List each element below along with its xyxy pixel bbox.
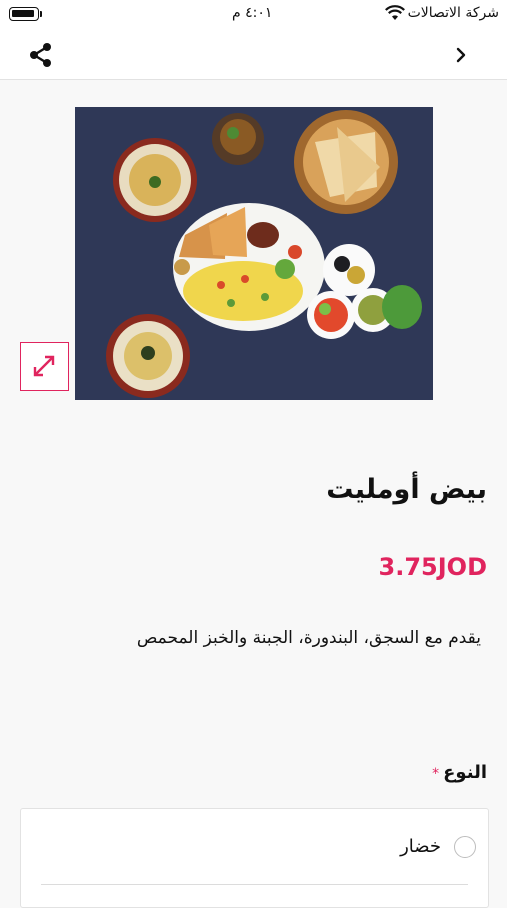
- option-group-title: النوع: [443, 762, 487, 783]
- option-group-label: النوع*: [432, 762, 487, 783]
- expand-icon: [33, 355, 55, 377]
- status-bar: ٤:٠١ م شركة الاتصالات: [0, 0, 507, 30]
- battery-nub: [40, 11, 42, 17]
- option-item[interactable]: خضار: [41, 809, 476, 885]
- product-title: بيض أومليت: [326, 474, 487, 505]
- wifi-icon: [385, 5, 405, 20]
- carrier-name: شركة الاتصالات: [407, 5, 499, 21]
- expand-image-button[interactable]: [20, 342, 69, 391]
- chevron-right-icon[interactable]: [451, 43, 473, 67]
- battery-icon: [9, 7, 39, 21]
- product-price: 3.75JOD: [378, 553, 487, 581]
- status-time: ٤:٠١ م: [232, 5, 273, 21]
- top-navigation-bar: [0, 30, 507, 80]
- product-photo: [75, 107, 433, 400]
- required-mark: *: [432, 766, 440, 782]
- radio-button[interactable]: [454, 836, 476, 858]
- share-icon[interactable]: [26, 40, 56, 70]
- product-description: يقدم مع السجق، البندورة، الجبنة والخبز ا…: [136, 628, 481, 648]
- option-label: خضار: [400, 836, 441, 857]
- option-list: خضار: [20, 808, 489, 908]
